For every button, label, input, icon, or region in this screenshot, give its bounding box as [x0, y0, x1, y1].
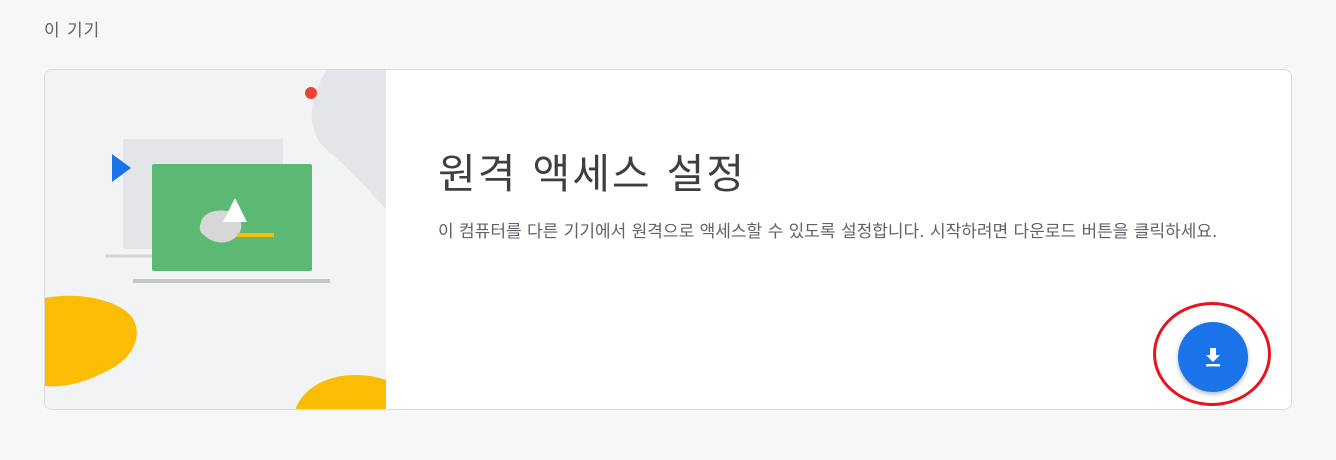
remote-access-setup-card: 원격 액세스 설정 이 컴퓨터를 다른 기기에서 원격으로 액세스할 수 있도록…: [44, 69, 1292, 410]
remote-access-illustration: [45, 70, 386, 409]
section-title: 이 기기: [44, 21, 101, 41]
card-heading: 원격 액세스 설정: [438, 150, 747, 198]
card-description: 이 컴퓨터를 다른 기기에서 원격으로 액세스할 수 있도록 설정합니다. 시작…: [438, 222, 1218, 242]
card-content: 원격 액세스 설정 이 컴퓨터를 다른 기기에서 원격으로 액세스할 수 있도록…: [438, 70, 1291, 409]
download-button[interactable]: [1178, 322, 1248, 392]
download-icon: [1206, 348, 1220, 367]
illustration-graphic: [45, 70, 386, 409]
